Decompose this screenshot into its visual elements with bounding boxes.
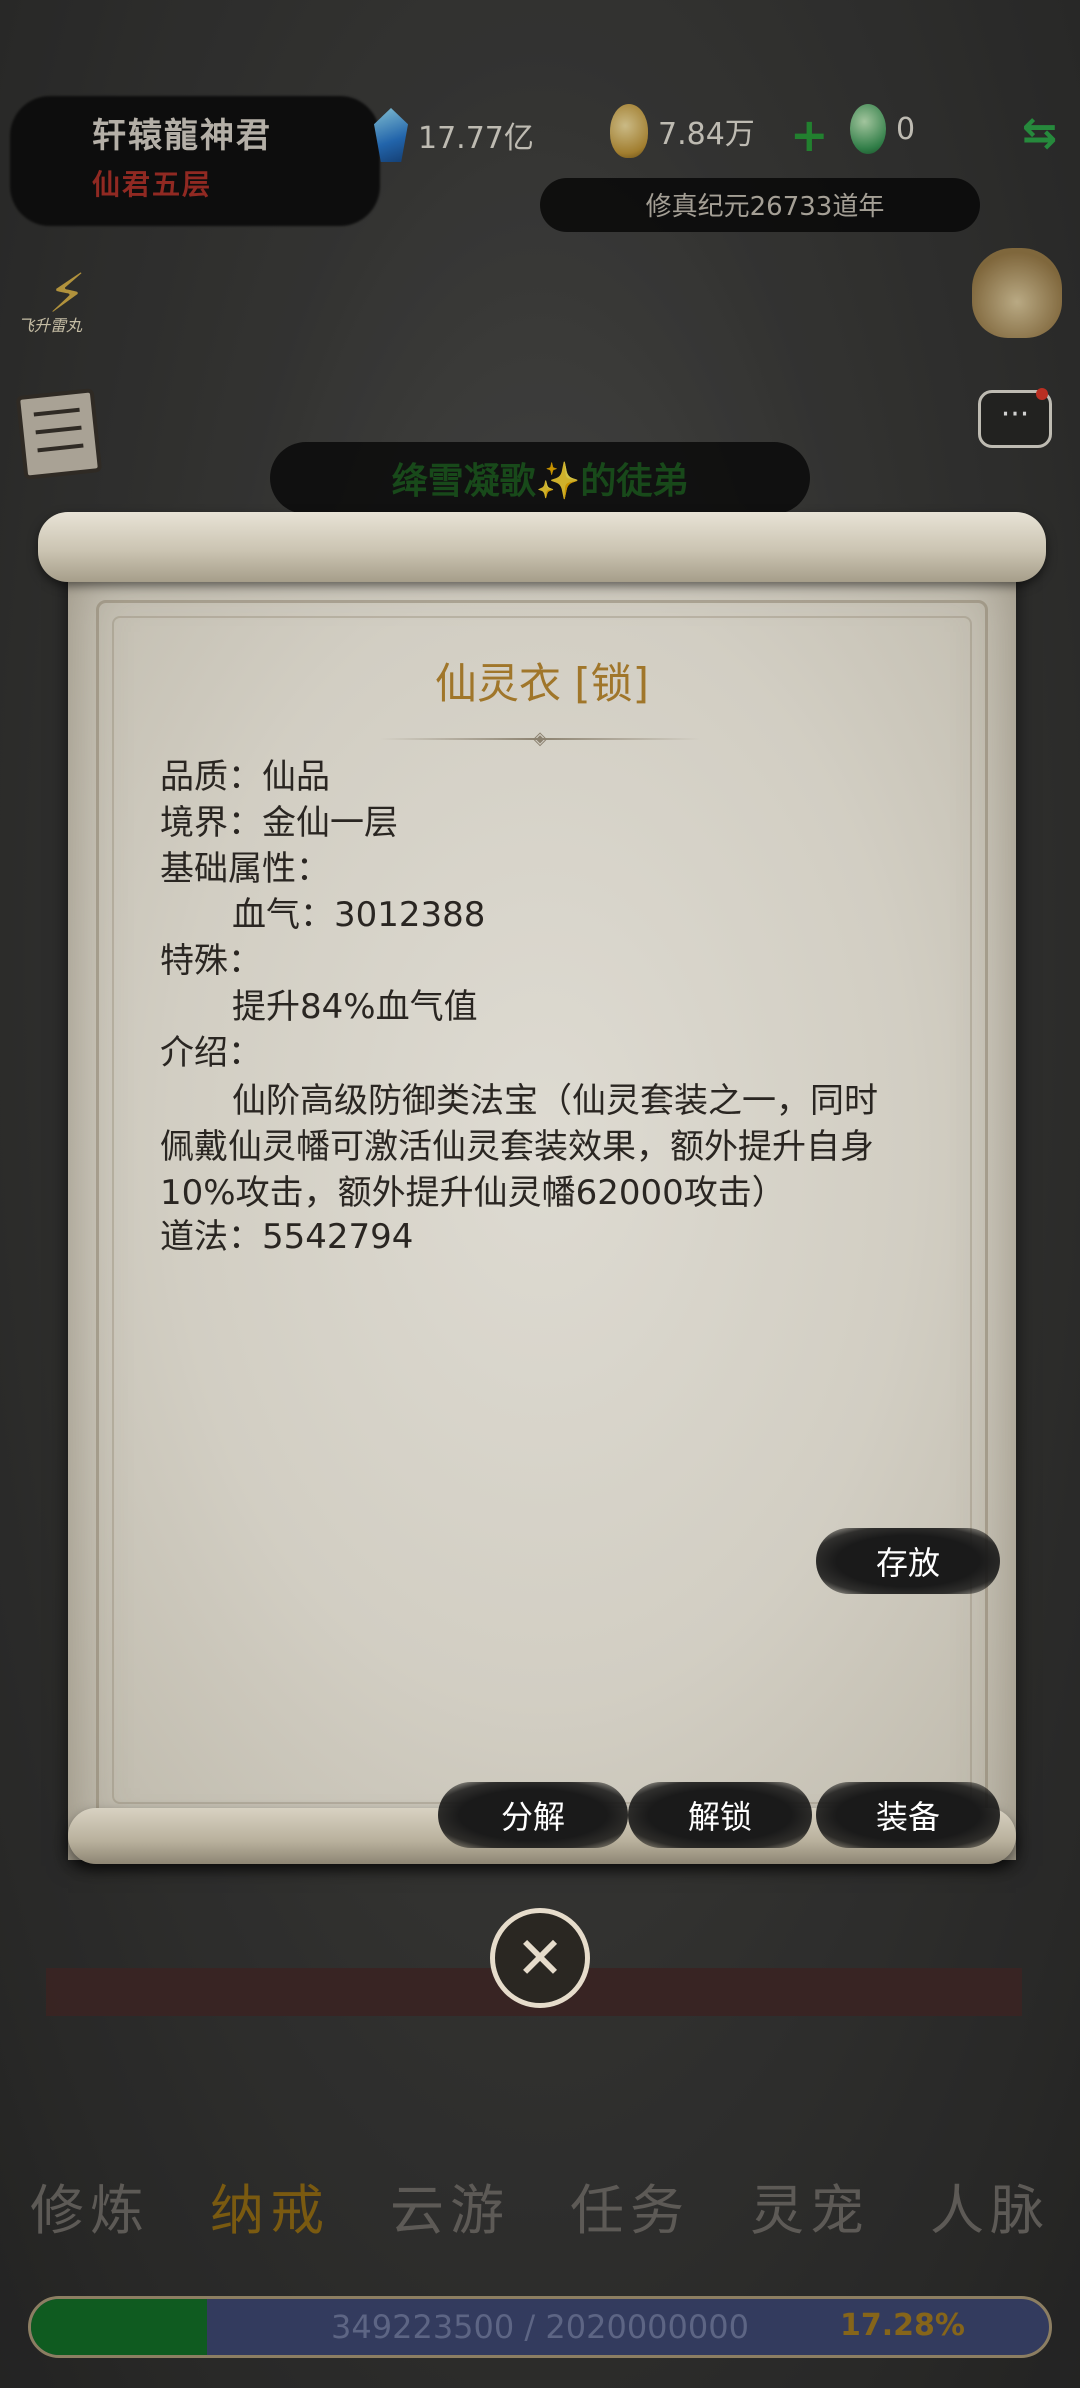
intro-text: 仙阶高级防御类法宝（仙灵套装之一，同时佩戴仙灵幡可激活仙灵套装效果，额外提升自身… xyxy=(160,1081,878,1213)
close-button[interactable]: ✕ xyxy=(490,1908,590,2008)
base-attr-label: 基础属性： xyxy=(160,849,330,889)
special-label: 特殊： xyxy=(160,941,262,981)
nav-tab-0[interactable]: 修炼 xyxy=(30,2166,150,2245)
unlock-button[interactable]: 解锁 xyxy=(628,1782,812,1848)
scroll-top-roller xyxy=(38,512,1046,582)
nav-tab-4[interactable]: 灵宠 xyxy=(750,2166,870,2245)
nav-tab-2[interactable]: 云游 xyxy=(390,2166,510,2245)
nav-tab-3[interactable]: 任务 xyxy=(570,2166,690,2245)
item-realm: 境界：金仙一层 xyxy=(160,803,398,843)
close-icon: ✕ xyxy=(515,1924,565,1992)
equip-button[interactable]: 装备 xyxy=(816,1782,1000,1848)
decompose-button[interactable]: 分解 xyxy=(438,1782,628,1848)
special-value: 提升84%血气值 xyxy=(232,987,478,1027)
nav-tab-5[interactable]: 人脉 xyxy=(930,2166,1050,2245)
item-title: 仙灵衣 [锁] xyxy=(434,659,650,708)
store-button[interactable]: 存放 xyxy=(816,1528,1000,1594)
base-attr-value: 血气：3012388 xyxy=(232,895,486,935)
bottom-nav: 修炼 纳戒 云游 任务 灵宠 人脉 xyxy=(0,2160,1080,2250)
nav-tab-1[interactable]: 纳戒 xyxy=(210,2166,330,2245)
item-dao: 道法：5542794 xyxy=(160,1217,414,1257)
intro-label: 介绍： xyxy=(160,1033,262,1073)
cultivation-progress-percent: 17.28% xyxy=(840,2308,965,2343)
divider-ornament-icon: ◈ xyxy=(533,728,547,749)
item-quality: 品质：仙品 xyxy=(160,757,330,797)
